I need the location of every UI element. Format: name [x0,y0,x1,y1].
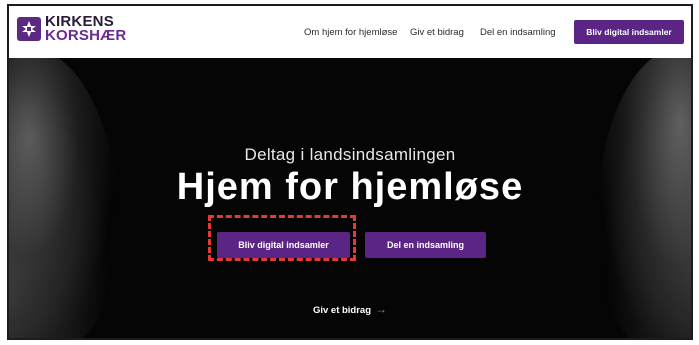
cross-icon [17,17,41,41]
highlight-box [208,215,356,261]
arrow-right-icon: → [375,302,388,316]
main-nav-3: Del en indsamling [480,6,556,58]
nav-link-giv-bidrag[interactable]: Giv et bidrag [410,27,464,38]
logo[interactable]: KIRKENS KORSHÆR [17,14,127,44]
main-nav: Om hjem for hjemløse [304,6,397,58]
give-donation-link[interactable]: Giv et bidrag → [9,302,691,316]
main-nav-2: Giv et bidrag [410,6,464,58]
hero-subtitle: Deltag i landsindsamlingen [244,145,456,164]
logo-text: KIRKENS KORSHÆR [45,14,127,44]
site-header: KIRKENS KORSHÆR Om hjem for hjemløse Giv… [9,6,691,58]
hero-section: Deltag i landsindsamlingen Hjem for hjem… [9,58,691,338]
logo-line-2: KORSHÆR [45,27,127,44]
nav-link-del-indsamling[interactable]: Del en indsamling [480,27,556,38]
hero-title: Hjem for hjemløse [176,166,524,208]
share-collection-button[interactable]: Del en indsamling [365,232,486,258]
browser-frame: KIRKENS KORSHÆR Om hjem for hjemløse Giv… [7,4,693,340]
give-donation-label: Giv et bidrag [312,305,372,316]
nav-link-om-hjem[interactable]: Om hjem for hjemløse [304,27,397,38]
header-cta-button[interactable]: Bliv digital indsamler [574,20,684,44]
